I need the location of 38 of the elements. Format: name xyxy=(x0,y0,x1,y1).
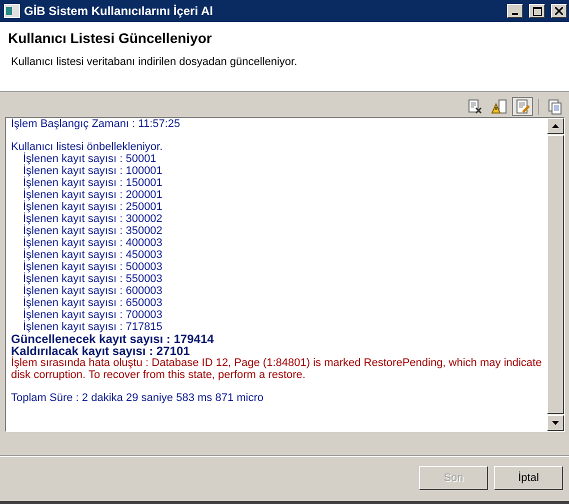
copy-icon xyxy=(546,98,562,114)
up-arrow-icon xyxy=(552,124,559,128)
log-line: Toplam Süre : 2 dakika 29 saniye 583 ms 871 micro xyxy=(11,392,265,404)
window-title: GİB Sistem Kullanıcılarını İçeri Al xyxy=(24,4,214,18)
log-line: İşlenen kayıt sayısı : 200001 xyxy=(22,189,164,201)
log-line: İşlenen kayıt sayısı : 600003 xyxy=(22,285,164,297)
dialog-button[interactable]: İptal xyxy=(494,466,563,490)
page-heading: Kullanıcı Listesi Güncelleniyor xyxy=(8,30,213,46)
error-message: İşlem sırasında hata oluştu : Database ID 12, Page (1:84801) is marked RestorePending, which may indicate disk corruption. To recover from this state, perform a restore. xyxy=(11,357,542,381)
log-line: İşlenen kayıt sayısı : 650003 xyxy=(22,297,164,309)
log-line: İşlenen kayıt sayısı : 100001 xyxy=(22,165,164,177)
toolbar-button[interactable] xyxy=(512,97,533,116)
document-x-icon xyxy=(466,98,482,114)
log-line: İşlenen kayıt sayısı : 717815 xyxy=(22,321,164,333)
log-line: İşlenen kayıt sayısı : 450003 xyxy=(22,249,164,261)
app-icon xyxy=(4,4,20,18)
scrollbar[interactable] xyxy=(547,118,564,431)
log-line: İşlenen kayıt sayısı : 50001 xyxy=(22,153,158,165)
log-line: İşlenen kayıt sayısı : 500003 xyxy=(22,261,164,273)
log-line: İşlenen kayıt sayısı : 300002 xyxy=(22,213,164,225)
maximize-icon xyxy=(532,6,542,16)
minimize-button[interactable] xyxy=(507,4,523,18)
log-line: İşlenen kayıt sayısı : 400003 xyxy=(22,237,164,249)
log-line: İşlenen kayıt sayısı : 350002 xyxy=(22,225,164,237)
warning-icon xyxy=(490,98,506,114)
maximize-button[interactable] xyxy=(529,4,545,18)
page-description: Kullanıcı listesi veritabanı indirilen dosyadan güncelleniyor. xyxy=(11,56,298,68)
document-pencil-icon xyxy=(514,98,530,114)
log-line: İşlenen kayıt sayısı : 700003 xyxy=(22,309,164,321)
close-button[interactable] xyxy=(551,4,567,18)
log-line: İşlenen kayıt sayısı : 250001 xyxy=(22,201,164,213)
close-icon xyxy=(555,7,563,15)
log-line: Kullanıcı listesi önbellekleniyor. xyxy=(11,141,164,153)
log-line: Kaldırılacak kayıt sayısı : 27101 xyxy=(11,345,191,357)
down-arrow-icon xyxy=(552,421,559,425)
log-line: Güncellenecek kayıt sayısı : 179414 xyxy=(11,333,215,345)
log-line: İşlenen kayıt sayısı : 150001 xyxy=(22,177,164,189)
log-line: İşlenen kayıt sayısı : 550003 xyxy=(22,273,164,285)
